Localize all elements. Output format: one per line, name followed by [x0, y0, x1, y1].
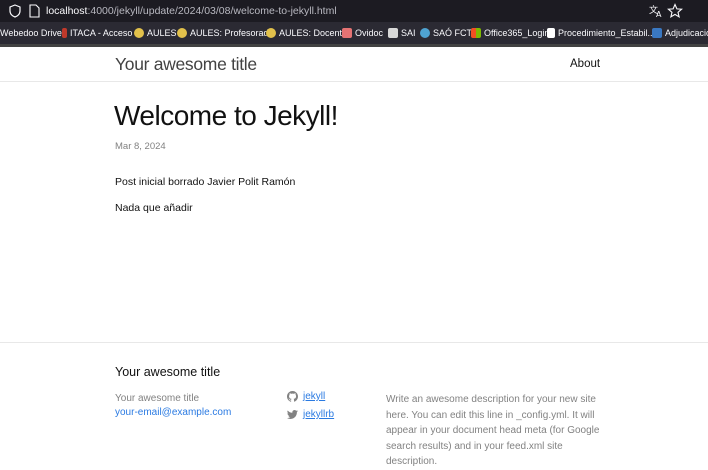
aules-icon — [177, 28, 187, 38]
itaca-icon — [62, 28, 67, 38]
footer-description: Write an awesome description for your ne… — [386, 394, 600, 467]
twitter-link[interactable]: jekyllrb — [303, 409, 334, 420]
footer-site-title: Your awesome title — [115, 393, 200, 404]
twitter-social: jekyllrb — [287, 409, 334, 420]
url-field[interactable]: localhost:4000/jekyll/update/2024/03/08/… — [46, 4, 337, 18]
site-header: Your awesome title About — [0, 44, 708, 82]
post-date: Mar 8, 2024 — [115, 141, 166, 152]
bookmark-label: Webedoo Drive — [0, 28, 62, 38]
url-path: :4000/jekyll/update/2024/03/08/welcome-t… — [87, 5, 337, 17]
bookmark-label: ITACA - Acceso — [70, 28, 133, 38]
bookmark-itaca[interactable]: ITACA - Acceso — [62, 22, 132, 44]
bookmark-label: Office365_Login — [484, 28, 550, 38]
bookmark-label: AULES — [147, 28, 177, 38]
bookmarks-bar: Webedoo Drive ITACA - Acceso AULES AULES… — [0, 22, 708, 44]
bookmark-label: Ovidoc — [355, 28, 384, 38]
bookmark-adjudicacio[interactable]: Adjudicació — [652, 22, 708, 44]
site-footer: Your awesome title Your awesome title yo… — [0, 342, 708, 467]
bookmark-label: Adjudicació — [665, 28, 708, 38]
bookmark-aules-profesorado[interactable]: AULES: Profesorado — [177, 22, 274, 44]
post-title: Welcome to Jekyll! — [114, 100, 338, 131]
github-link[interactable]: jekyll — [303, 391, 325, 402]
bookmark-label: AULES: Profesorado — [190, 28, 274, 38]
footer-heading: Your awesome title — [115, 365, 221, 379]
post-paragraph: Nada que añadir — [115, 202, 193, 214]
footer-email-link[interactable]: your-email@example.com — [115, 407, 231, 418]
browser-url-bar: localhost:4000/jekyll/update/2024/03/08/… — [0, 0, 708, 22]
nav-about-link[interactable]: About — [570, 58, 600, 70]
github-social: jekyll — [287, 391, 325, 402]
office-icon — [471, 28, 481, 38]
post-paragraph: Post inicial borrado Javier Polit Ramón — [115, 176, 296, 188]
github-icon — [287, 391, 298, 402]
sai-icon — [388, 28, 398, 38]
bookmark-webedoo-drive[interactable]: Webedoo Drive — [0, 22, 62, 44]
bookmark-aules-docente[interactable]: AULES: Docente — [266, 22, 347, 44]
ovidoc-icon — [342, 28, 352, 38]
bookmark-star-icon[interactable] — [667, 3, 683, 19]
bookmark-sai[interactable]: SAI — [388, 22, 416, 44]
bookmark-ovidoc[interactable]: Ovidoc — [342, 22, 383, 44]
aules-icon — [134, 28, 144, 38]
aules-icon — [266, 28, 276, 38]
bookmark-sao-fct[interactable]: SAÓ FCT — [420, 22, 472, 44]
sao-icon — [420, 28, 430, 38]
bookmark-label: SAI — [401, 28, 416, 38]
site-title-link[interactable]: Your awesome title — [115, 54, 257, 75]
bookmark-label: Procedimiento_Estabil... — [558, 28, 656, 38]
bookmark-label: SAÓ FCT — [433, 28, 473, 38]
url-host: localhost — [46, 5, 88, 17]
translate-icon[interactable]: 文 A — [648, 3, 664, 19]
shield-icon[interactable] — [9, 4, 21, 18]
bookmark-office365-login[interactable]: Office365_Login — [471, 22, 549, 44]
adjudicacio-icon — [652, 28, 662, 38]
doc-icon — [547, 28, 555, 38]
svg-text:A: A — [656, 10, 662, 19]
bookmark-aules[interactable]: AULES — [134, 22, 177, 44]
bookmark-label: AULES: Docente — [279, 28, 348, 38]
twitter-icon — [287, 410, 298, 419]
bookmark-procedimiento[interactable]: Procedimiento_Estabil... — [547, 22, 655, 44]
page-icon — [29, 4, 40, 18]
